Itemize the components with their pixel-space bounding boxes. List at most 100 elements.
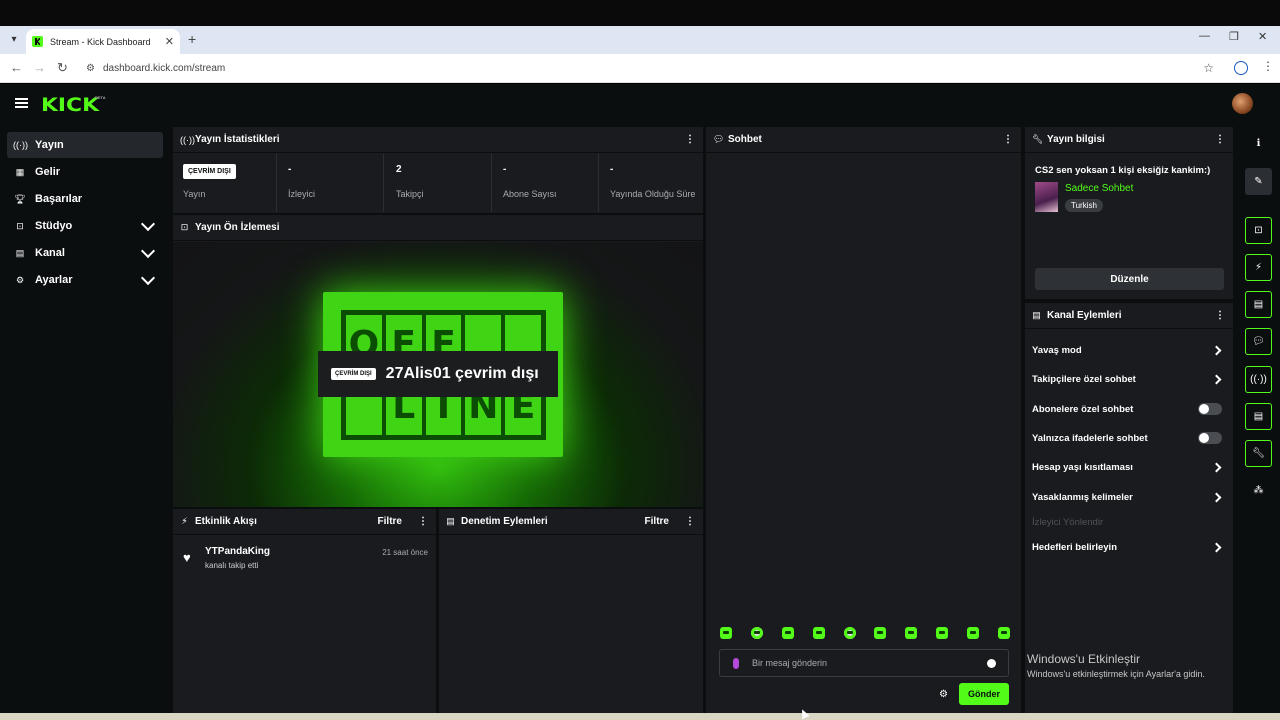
chevron-right-icon	[1211, 345, 1222, 355]
sidebar-item-kanal[interactable]: ▤ Kanal	[7, 240, 163, 266]
site-settings-icon[interactable]: ⚙	[86, 63, 95, 74]
event-user[interactable]: YTPandaKing	[205, 546, 270, 557]
emote-icon[interactable]	[905, 627, 918, 639]
hamburger-menu-icon[interactable]	[15, 98, 28, 108]
activity-feed-panel: ⚡︎ Etkinlik Akışı Filtre ⋮ ♥ YTPandaKing…	[173, 509, 436, 713]
offline-badge: ÇEVRİM DIŞI	[331, 368, 376, 380]
sidebar-item-ayarlar[interactable]: ⚙ Ayarlar	[7, 267, 163, 293]
stream-category[interactable]: Sadece Sohbet	[1065, 183, 1133, 194]
stat-label: Yayında Olduğu Süre	[610, 189, 696, 199]
gear-icon: ⚙	[15, 274, 25, 285]
action-host: İzleyici Yönlendir	[1032, 510, 1222, 534]
emote-icon[interactable]	[781, 627, 794, 639]
broadcast-icon: ((·))	[180, 134, 195, 145]
chat-panel: 💬︎ Sohbet ⋮ Bir mesaj gönderin ⚙ Gönder	[706, 127, 1021, 713]
chat-icon[interactable]: 💬︎	[1245, 328, 1272, 355]
layout-icon[interactable]: ⁂	[1245, 477, 1272, 504]
browser-menu-icon[interactable]: ⋮	[1262, 59, 1274, 73]
stat-label: Takipçi	[396, 189, 424, 199]
minimize-icon[interactable]: —	[1199, 30, 1210, 42]
new-tab-icon[interactable]: +	[188, 31, 196, 47]
stat-value: -	[610, 164, 614, 175]
bolt-icon[interactable]: ⚡︎	[1245, 254, 1272, 281]
emotes-only-toggle[interactable]	[1198, 432, 1222, 444]
action-followers-only[interactable]: Takipçilere özel sohbet	[1032, 367, 1222, 391]
emote-icon[interactable]	[750, 627, 763, 639]
send-button[interactable]: Gönder	[959, 683, 1009, 705]
url-field[interactable]: ⚙ dashboard.kick.com/stream ☆	[80, 57, 1230, 79]
emote-icon[interactable]	[967, 627, 979, 639]
preview-icon[interactable]: ⊡	[1245, 217, 1272, 244]
chevron-right-icon	[1211, 542, 1222, 552]
user-avatar[interactable]	[1232, 93, 1253, 114]
panel-title: Sohbet	[728, 134, 762, 145]
stat-label: Abone Sayısı	[503, 189, 557, 199]
chevron-down-icon	[140, 270, 156, 285]
restore-icon[interactable]: ❐	[1229, 30, 1239, 43]
chat-settings-icon[interactable]: ⚙	[939, 689, 948, 700]
offline-badge: ÇEVRİM DIŞI	[183, 164, 236, 179]
more-options-icon[interactable]: ⋮	[1213, 310, 1227, 321]
event-description: kanalı takip etti	[205, 561, 259, 570]
beta-badge: BETA	[95, 95, 106, 100]
sidebar-item-gelir[interactable]: ▦ Gelir	[7, 159, 163, 185]
chat-message-input[interactable]: Bir mesaj gönderin	[719, 649, 1009, 677]
url-text: dashboard.kick.com/stream	[102, 62, 226, 74]
more-options-icon[interactable]: ⋮	[1213, 134, 1227, 145]
emote-icon[interactable]	[997, 627, 1010, 639]
stream-preview[interactable]: O F F L I N E ÇEVRİM DIŞI 27Alis01 çevri…	[173, 242, 703, 507]
tab-title: Stream - Kick Dashboard	[50, 36, 151, 47]
edit-button[interactable]: Düzenle	[1035, 268, 1224, 290]
filter-button[interactable]: Filtre	[645, 516, 669, 527]
reload-icon[interactable]: ↻	[57, 60, 68, 76]
action-subscribers-only: Abonelere özel sohbet	[1032, 397, 1222, 421]
more-options-icon[interactable]: ⋮	[683, 134, 697, 145]
emote-icon[interactable]	[936, 627, 949, 639]
stat-viewers: - İzleyici	[278, 154, 384, 212]
more-options-icon[interactable]: ⋮	[683, 516, 697, 527]
emote-icon[interactable]	[843, 627, 856, 639]
broadcast-icon: ((·))	[13, 140, 28, 150]
microphone-icon[interactable]	[733, 657, 739, 669]
studio-icon: ⊡	[16, 220, 24, 231]
emote-icon[interactable]	[874, 627, 887, 639]
sidebar-item-studyo[interactable]: ⊡ Stüdyo	[7, 213, 163, 239]
bookmark-star-icon[interactable]: ☆	[1203, 61, 1214, 75]
sidebar-item-basarilar[interactable]: 🏆︎ Başarılar	[7, 186, 163, 212]
back-icon[interactable]: ←	[10, 60, 23, 75]
subscribers-only-toggle[interactable]	[1198, 403, 1222, 415]
emoji-picker-icon[interactable]	[987, 658, 996, 668]
kick-logo[interactable]: KICK	[41, 94, 99, 116]
action-emotes-only: Yalnızca ifadelerle sohbet	[1032, 426, 1222, 450]
action-slow-mode[interactable]: Yavaş mod	[1032, 338, 1222, 362]
forward-icon[interactable]: →	[33, 60, 46, 75]
info-icon[interactable]: ℹ	[1245, 130, 1272, 157]
browser-tab[interactable]: Stream - Kick Dashboard ✕	[26, 29, 180, 54]
broadcast-icon[interactable]: ((·))	[1245, 366, 1272, 393]
edit-pencil-icon[interactable]: ✎	[1245, 168, 1272, 195]
panel-title: Etkinlik Akışı	[195, 516, 257, 527]
tab-search-icon[interactable]: ▾	[6, 32, 22, 48]
wrench-icon[interactable]: 🔧︎	[1245, 440, 1272, 467]
action-set-goals[interactable]: Hedefleri belirleyin	[1032, 535, 1222, 559]
sidebar-item-yayin[interactable]: ((·)) Yayın	[7, 132, 163, 158]
emote-icon[interactable]	[812, 627, 825, 639]
close-window-icon[interactable]: ✕	[1258, 30, 1267, 43]
filter-button[interactable]: Filtre	[378, 516, 402, 527]
document-icon[interactable]: ▤	[1245, 291, 1272, 318]
more-options-icon[interactable]: ⋮	[416, 516, 430, 527]
action-account-age[interactable]: Hesap yaşı kısıtlaması	[1032, 455, 1222, 479]
close-tab-icon[interactable]: ✕	[165, 35, 174, 48]
emote-icon[interactable]	[720, 627, 732, 639]
channel-icon: ▤	[15, 247, 25, 258]
stat-label: İzleyici	[288, 189, 316, 199]
stat-value: -	[503, 164, 507, 175]
channel-icon[interactable]: ▤	[1245, 403, 1272, 430]
browser-profile-icon[interactable]	[1234, 61, 1248, 75]
kick-favicon-icon	[32, 36, 43, 47]
screen-top-bar	[0, 0, 1280, 26]
chevron-right-icon	[1211, 462, 1222, 472]
stream-title: CS2 sen yoksan 1 kişi eksiğiz kankim:)	[1035, 165, 1211, 176]
action-banned-words[interactable]: Yasaklanmış kelimeler	[1032, 485, 1222, 509]
more-options-icon[interactable]: ⋮	[1001, 134, 1015, 145]
